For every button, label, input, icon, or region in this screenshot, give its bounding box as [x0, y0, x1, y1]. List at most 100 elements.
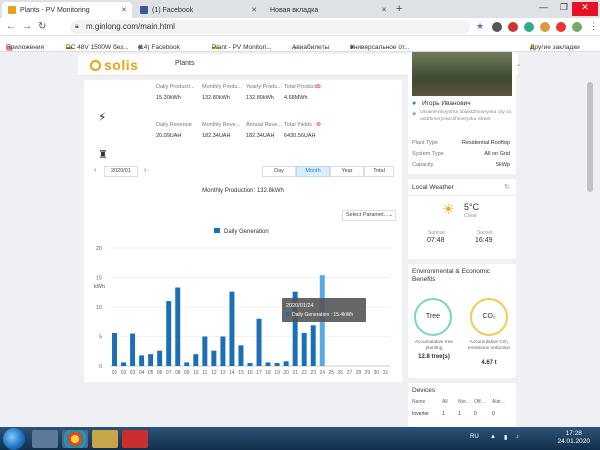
sunset-time: 16:49 — [475, 237, 493, 244]
device-cell: All — [442, 399, 448, 405]
star-icon[interactable]: ★ — [476, 21, 484, 32]
close-icon[interactable]: ✕ — [381, 6, 387, 14]
tree-badge: Tree — [414, 298, 452, 336]
nav-plants[interactable]: Plants — [175, 60, 194, 67]
url-input[interactable]: 🔒︎ m.ginlong.com/main.html — [70, 20, 470, 34]
windows-taskbar: RU ▲ ▮ ♪ 17:28 24.01.2020 — [0, 427, 600, 450]
bookmarks-bar: ▦ Приложения ▬ DC 48V 1500W без... ■ (14… — [0, 36, 600, 52]
prev-month-icon[interactable]: ‹ — [94, 167, 96, 174]
weather-card: Local Weather ↻ ☀ 5°C Clear Sunrise 07:4… — [408, 179, 516, 259]
close-icon[interactable]: ✕ — [121, 6, 127, 14]
bar-day-17[interactable] — [256, 318, 262, 366]
menu-dots-icon[interactable]: ⋮ — [589, 21, 598, 32]
explorer-folder-icon[interactable] — [92, 430, 118, 448]
weather-condition: Clear — [464, 213, 478, 219]
bar-day-16[interactable] — [247, 363, 253, 366]
warning-icon[interactable]: ⊗ — [316, 83, 321, 90]
bar-day-03[interactable] — [130, 333, 136, 366]
scrollbar-thumb[interactable] — [587, 82, 593, 192]
back-arrow-icon[interactable]: ← — [6, 21, 16, 32]
x-tick-label: 08 — [175, 370, 181, 376]
bar-day-23[interactable] — [310, 325, 316, 366]
device-cell: Alar... — [492, 399, 505, 405]
money-bag-icon: ♜ — [98, 149, 108, 161]
minimize-icon[interactable]: — — [539, 2, 548, 12]
tooltip-date: 2020/01/24 — [286, 303, 314, 309]
bar-day-08[interactable] — [175, 287, 181, 366]
bar-day-01[interactable] — [112, 332, 117, 366]
date-picker[interactable]: 2020/01 — [104, 166, 138, 177]
bar-day-18[interactable] — [265, 362, 271, 366]
extension-icon[interactable] — [524, 22, 534, 32]
range-year-button[interactable]: Year — [330, 166, 364, 177]
next-month-icon[interactable]: › — [144, 167, 146, 174]
y-tick-label: 0 — [99, 364, 102, 370]
window-close-icon[interactable]: ✕ — [572, 2, 598, 16]
ie-icon[interactable] — [32, 430, 58, 448]
bar-day-15[interactable] — [238, 345, 244, 366]
range-day-button[interactable]: Day — [262, 166, 296, 177]
tab-new[interactable]: Новая вкладка ✕ — [264, 2, 392, 18]
bar-day-13[interactable] — [220, 336, 226, 367]
adblock-icon[interactable] — [508, 22, 518, 32]
bar-day-20[interactable] — [283, 361, 289, 366]
bar-day-07[interactable] — [166, 301, 172, 366]
device-cell: Inverter — [412, 411, 429, 417]
stat-label: Monthly Reve... — [202, 122, 241, 128]
tab-plants[interactable]: Plants - PV Monitoring ✕ — [2, 2, 132, 18]
y-axis-label: kWh — [94, 284, 105, 290]
extension-icon[interactable] — [556, 22, 566, 32]
new-tab-plus-icon[interactable]: + — [396, 3, 402, 15]
x-tick-label: 30 — [374, 370, 380, 376]
stat-value: 15.30kWh — [156, 95, 181, 101]
range-total-button[interactable]: Total — [364, 166, 394, 177]
extension-icon[interactable] — [540, 22, 550, 32]
plant-info-card: ● Игорь Иванович ◉ UkraineVinnyts'ka obl… — [408, 52, 516, 174]
system-type-value: All on Grid — [484, 151, 510, 157]
language-indicator[interactable]: RU — [470, 434, 479, 440]
bar-day-11[interactable] — [202, 336, 208, 367]
maximize-icon[interactable]: ❐ — [560, 2, 568, 13]
x-tick-label: 29 — [365, 370, 371, 376]
sunset-label: Sunset — [477, 230, 493, 236]
solis-logo[interactable]: solis — [90, 57, 138, 73]
forward-arrow-icon[interactable]: → — [22, 21, 32, 32]
bar-day-06[interactable] — [157, 350, 163, 366]
bar-day-19[interactable] — [274, 363, 280, 366]
bar-day-02[interactable] — [121, 362, 127, 366]
sun-weather-icon: ☀ — [442, 201, 455, 217]
devices-title: Devices — [412, 387, 436, 394]
network-icon[interactable]: ▮ — [504, 434, 507, 441]
extension-icon[interactable] — [492, 22, 502, 32]
scrollbar-track[interactable] — [586, 52, 594, 427]
bar-day-12[interactable] — [211, 350, 217, 366]
bar-day-14[interactable] — [229, 291, 235, 366]
y-tick-label: 5 — [99, 335, 102, 341]
stat-value: 132.80kWh — [202, 95, 230, 101]
co2-value: 4.67 t — [481, 360, 497, 366]
warning-icon[interactable]: ⊗ — [316, 121, 321, 128]
system-clock[interactable]: 17:28 24.01.2020 — [557, 430, 590, 446]
capacity-value: 5kWp — [495, 162, 510, 168]
solar-panel-icon: ⚡︎ — [98, 110, 107, 124]
bar-day-22[interactable] — [301, 332, 307, 366]
chart-title: Monthly Production: 132.8kWh — [202, 188, 284, 194]
range-month-button[interactable]: Month — [296, 166, 330, 177]
bar-day-05[interactable] — [148, 354, 154, 366]
x-tick-label: 06 — [157, 370, 163, 376]
bar-day-04[interactable] — [139, 355, 145, 366]
opera-icon[interactable] — [122, 430, 148, 448]
reload-icon[interactable]: ↻ — [38, 21, 46, 32]
tab-facebook[interactable]: (1) Facebook ✕ — [134, 2, 262, 18]
close-icon[interactable]: ✕ — [251, 6, 257, 14]
volume-icon[interactable]: ♪ — [516, 434, 519, 440]
chevron-down-icon[interactable]: ⌄ — [516, 61, 521, 68]
chrome-icon[interactable] — [62, 430, 88, 448]
profile-avatar-icon[interactable] — [572, 22, 582, 32]
refresh-icon[interactable]: ↻ — [504, 183, 510, 191]
legend-swatch — [214, 228, 220, 233]
bar-day-10[interactable] — [193, 354, 199, 366]
start-button[interactable] — [3, 428, 25, 450]
tray-arrow-icon[interactable]: ▲ — [490, 434, 496, 440]
bar-day-09[interactable] — [184, 362, 190, 366]
